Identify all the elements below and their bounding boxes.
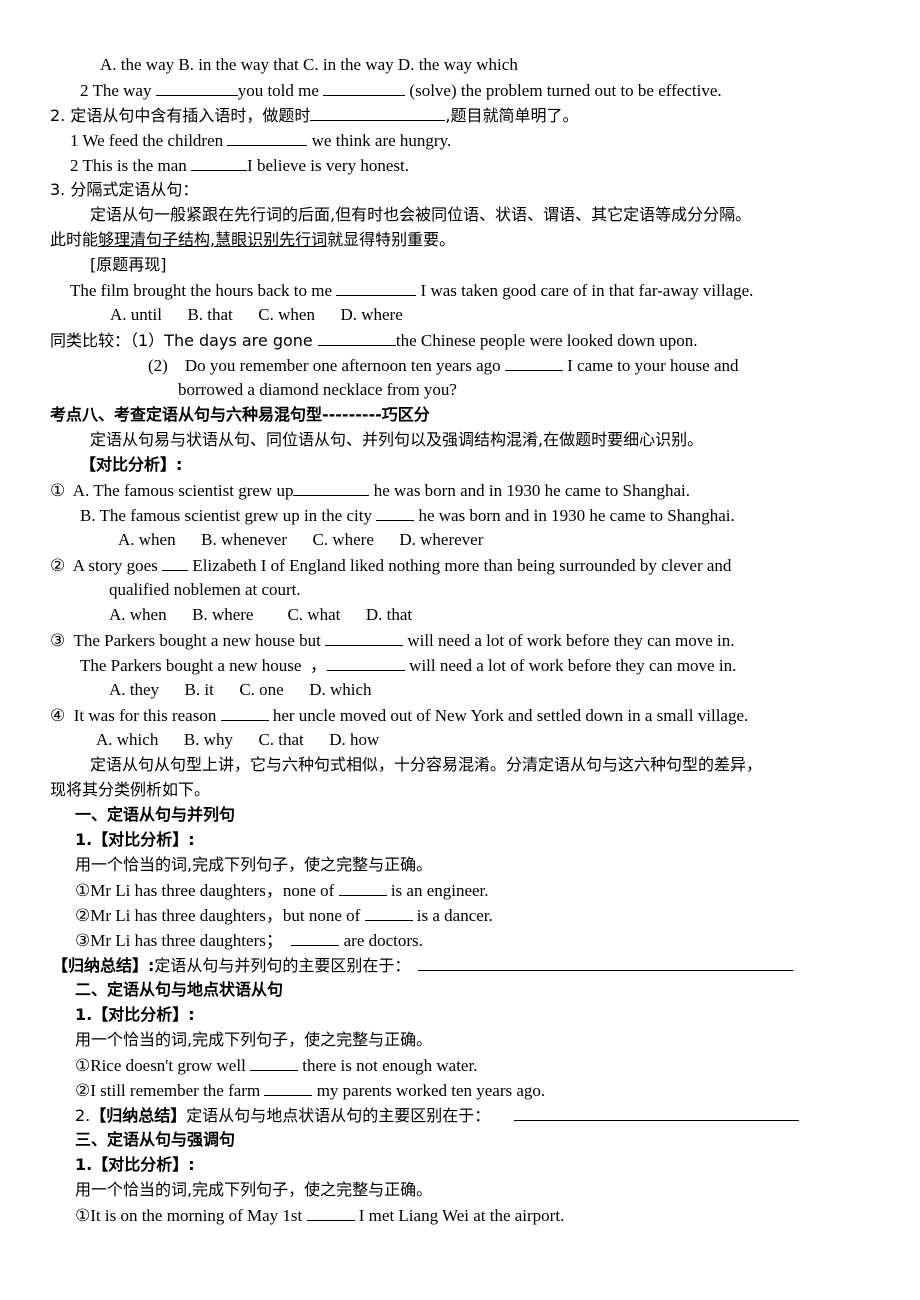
explanation-text: 定语从句易与状语从句、同位语从句、并列句以及强调结构混淆,在做题时要细心识别。 — [90, 430, 704, 449]
question-3a: ③ The Parkers bought a new house but wil… — [50, 629, 735, 650]
explanation-text: 定语从句一般紧跟在先行词的后面,但有时也会被同位语、状语、谓语、其它定语等成分分… — [90, 205, 752, 224]
section-two-heading: 二、定语从句与地点状语从句 — [75, 980, 284, 999]
q1-options: A. the way B. in the way that C. in the … — [100, 55, 518, 74]
question-options: A. until B. that C. when D. where — [110, 305, 403, 324]
answer-blank[interactable] — [220, 704, 269, 721]
question-2-options: A. when B. where C. what D. that — [109, 605, 413, 624]
answer-blank[interactable] — [310, 104, 446, 121]
explanation-text: 现将其分类例析如下。 — [50, 780, 211, 799]
exercise-item: ②I still remember the farm my parents wo… — [75, 1079, 546, 1100]
example-sentence: 1 We feed the children we think are hung… — [70, 129, 452, 150]
answer-blank[interactable] — [338, 879, 387, 896]
answer-blank[interactable] — [264, 1079, 313, 1096]
answer-blank[interactable] — [376, 504, 415, 521]
section-three-heading: 三、定语从句与强调句 — [75, 1130, 236, 1149]
answer-blank[interactable] — [155, 79, 238, 96]
answer-blank[interactable] — [250, 1054, 299, 1071]
instruction-text: 用一个恰当的词,完成下列句子，使之完整与正确。 — [75, 855, 433, 874]
instruction-text: 用一个恰当的词,完成下列句子，使之完整与正确。 — [75, 1030, 433, 1049]
exercise-item: ②Mr Li has three daughters，but none of i… — [75, 904, 493, 925]
answer-blank[interactable] — [317, 329, 396, 346]
answer-blank[interactable] — [336, 279, 417, 296]
summary-line: 2.【归纳总结】定语从句与地点状语从句的主要区别在于： — [75, 1104, 800, 1127]
answer-blank[interactable] — [325, 629, 404, 646]
answer-blank[interactable] — [323, 79, 406, 96]
question-1-options: A. when B. whenever C. where D. wherever — [118, 530, 484, 549]
underlined-key-phrase: 够理清句子结构,慧眼识别先行词 — [98, 230, 328, 249]
comparison-analysis-label: 1.【对比分析】: — [75, 1155, 195, 1174]
answer-blank[interactable] — [514, 1104, 800, 1121]
answer-blank[interactable] — [162, 554, 189, 571]
exercise-item: ①Mr Li has three daughters，none of is an… — [75, 879, 489, 900]
comparison-item: (2) Do you remember one afternoon ten ye… — [148, 354, 739, 375]
answer-blank[interactable] — [306, 1204, 355, 1221]
summary-line: 【归纳总结】:定语从句与并列句的主要区别在于： — [52, 954, 794, 977]
answer-blank[interactable] — [191, 154, 248, 171]
question-3-options: A. they B. it C. one D. which — [109, 680, 372, 699]
comparison-item: 同类比较：（1）The days are gone the Chinese pe… — [50, 329, 698, 350]
exercise-item: ①Rice doesn't grow well there is not eno… — [75, 1054, 478, 1075]
answer-blank[interactable] — [418, 954, 794, 971]
answer-blank[interactable] — [364, 904, 413, 921]
comparison-analysis-label: 1.【对比分析】: — [75, 1005, 195, 1024]
question-2-continued: qualified noblemen at court. — [109, 580, 301, 599]
answer-blank[interactable] — [326, 654, 405, 671]
question-4: ④ It was for this reason her uncle moved… — [50, 704, 749, 725]
question-4-options: A. which B. why C. that D. how — [96, 730, 380, 749]
key-point-8-heading: 考点八、考查定语从句与六种易混句型---------巧区分 — [50, 405, 430, 424]
answer-blank[interactable] — [504, 354, 563, 371]
explanation-text: 定语从句从句型上讲，它与六种句式相似，十分容易混淆。分清定语从句与这六种句型的差… — [90, 755, 763, 774]
comparison-analysis-label: 1.【对比分析】: — [75, 830, 195, 849]
section-one-heading: 一、定语从句与并列句 — [75, 805, 236, 824]
answer-blank[interactable] — [293, 479, 370, 496]
exercise-item: ①It is on the morning of May 1st I met L… — [75, 1204, 565, 1225]
answer-blank[interactable] — [227, 129, 308, 146]
comparison-item-continued: borrowed a diamond necklace from you? — [178, 380, 457, 399]
question-sentence: The film brought the hours back to me I … — [70, 279, 754, 300]
exercise-item: ③Mr Li has three daughters； are doctors. — [75, 929, 423, 950]
question-3b: The Parkers bought a new house ， will ne… — [80, 654, 737, 675]
example-sentence: 2 This is the man I believe is very hone… — [70, 154, 409, 175]
instruction-text: 用一个恰当的词,完成下列句子，使之完整与正确。 — [75, 1180, 433, 1199]
subsection-label: [原题再现] — [90, 255, 167, 274]
section-2-heading: 2. 定语从句中含有插入语时，做题时 ,题目就简单明了。 — [50, 104, 579, 125]
explanation-text: 此时能够理清句子结构,慧眼识别先行词就显得特别重要。 — [50, 230, 456, 249]
question-1b: B. The famous scientist grew up in the c… — [80, 504, 735, 525]
section-3-heading: 3. 分隔式定语从句： — [50, 180, 199, 199]
question-1a: ① A. The famous scientist grew up he was… — [50, 479, 691, 500]
comparison-analysis-label: 【对比分析】: — [80, 455, 183, 474]
question-2: ② A story goes Elizabeth I of England li… — [50, 554, 732, 575]
answer-blank[interactable] — [291, 929, 340, 946]
q2-sentence: 2 The way you told me (solve) the proble… — [80, 79, 722, 100]
